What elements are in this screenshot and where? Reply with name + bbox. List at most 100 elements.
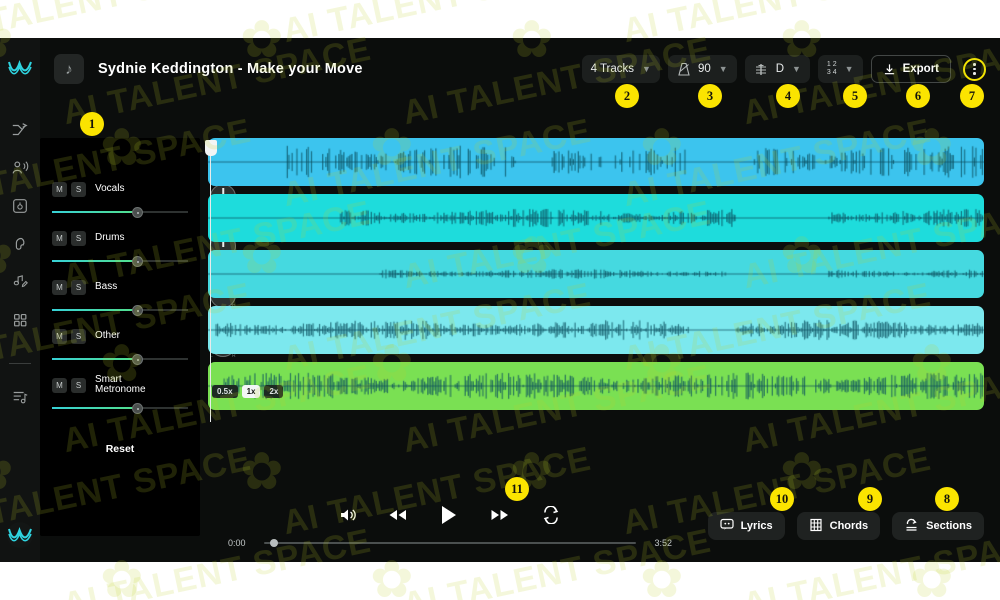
solo-button[interactable]: S [71,328,86,344]
speed-option[interactable]: 1x [241,385,261,398]
playlist-icon[interactable] [11,388,29,406]
waveform-track[interactable] [208,362,984,410]
waveform-track[interactable] [208,138,984,186]
volume-handle[interactable] [132,305,144,316]
speed-option[interactable]: 2x [264,385,284,398]
volume-handle[interactable] [132,354,144,365]
waveform-canvas [208,362,984,410]
rewind-button[interactable] [387,507,409,523]
mixer-track-name: Other [95,330,121,341]
solo-button[interactable]: S [71,377,86,393]
volume-button[interactable] [339,507,357,523]
volume-handle[interactable] [132,256,144,267]
fast-forward-button[interactable] [489,507,511,523]
volume-handle[interactable] [132,207,144,218]
speed-option[interactable]: 0.5x [212,385,238,398]
ear-training-icon[interactable] [11,235,29,253]
vocal-remover-icon[interactable] [11,159,29,177]
waveform-canvas [208,194,984,242]
key-selector[interactable]: D ▼ [744,55,810,83]
tempo-selector[interactable]: 90 ▼ [667,55,737,83]
song-thumbnail[interactable]: ♪ [54,54,84,84]
volume-icon [341,509,356,521]
play-button[interactable] [439,504,459,526]
time-signature-bottom: 3 4 [826,69,837,76]
waveform-track[interactable] [208,194,984,242]
key-signature-icon [755,63,766,75]
metronome-box-icon[interactable] [11,197,29,215]
kebab-dot [973,67,976,71]
volume-slider[interactable] [52,403,188,414]
rewind-icon [389,510,406,520]
note-edit-icon[interactable] [11,273,29,291]
volume-slider[interactable] [52,256,188,267]
chords-button[interactable]: Chords [796,512,881,540]
export-label: Export [902,63,939,75]
chevron-down-icon: ▼ [718,64,728,74]
download-icon [884,63,894,74]
mute-button[interactable]: M [52,328,67,344]
annotation-badge-10: 10 [770,487,794,511]
annotation-badge-5: 5 [843,84,867,108]
seek-track [264,542,636,544]
solo-button[interactable]: S [71,279,86,295]
playhead-line [210,156,212,422]
current-time: 0:00 [228,538,246,548]
more-menu-button[interactable] [963,57,986,81]
app-logo[interactable] [8,59,32,81]
sections-label: Sections [926,520,972,532]
volume-handle[interactable] [132,403,144,414]
wave-logo-icon [8,527,32,542]
chord-grid-icon [809,518,823,535]
waveform-track[interactable] [208,306,984,354]
kebab-dot [973,72,976,75]
sections-icon [904,518,919,535]
time-signature-top: 1 2 [826,61,837,68]
annotation-badge-4: 4 [776,84,800,108]
mute-button[interactable]: M [52,181,67,197]
app-logo-bottom[interactable] [7,522,33,548]
reset-button[interactable]: Reset [40,443,200,455]
export-button[interactable]: Export [870,55,951,83]
playhead[interactable] [205,140,217,422]
mute-button[interactable]: M [52,279,67,295]
split-stems-icon[interactable] [11,121,29,139]
mixer-track-name: Bass [95,281,118,292]
seek-handle[interactable] [269,539,278,547]
mixer-track-row: MSDrumsLR [52,229,236,273]
tempo-value: 90 [697,63,711,75]
volume-fill [52,407,140,409]
mixer-track-row: MSSmartMetronomeLR [52,374,236,420]
sections-button[interactable]: Sections [892,512,984,540]
mixer-track-header: M S Smart Metronome [52,374,188,395]
grid-apps-icon[interactable] [11,311,29,329]
solo-button[interactable]: S [71,181,86,197]
key-value: D [775,63,784,75]
play-icon [442,506,456,524]
time-signature-selector[interactable]: 1 2 3 4 ▼ [817,55,863,83]
rail-divider [9,363,31,364]
annotation-badge-6: 6 [906,84,930,108]
volume-slider[interactable] [52,354,188,365]
chevron-down-icon: ▼ [642,64,651,74]
lyrics-button[interactable]: Lyrics [707,512,785,540]
volume-slider[interactable] [52,207,188,218]
solo-button[interactable]: S [71,230,86,246]
chevron-down-icon: ▼ [844,64,854,74]
seek-slider[interactable] [264,538,636,548]
loop-button[interactable] [541,506,561,524]
playhead-handle[interactable] [205,140,217,156]
view-toggle-group: Lyrics Chords Sections [707,512,984,540]
mixer-track-row: MSVocalsLR [52,180,236,224]
total-time: 3:52 [654,538,672,548]
mute-button[interactable]: M [52,377,67,393]
waveform-track[interactable] [208,250,984,298]
mixer-track-header: M S Other [52,327,188,345]
waveform-canvas [208,250,984,298]
tracks-selector[interactable]: 4 Tracks ▼ [581,55,660,83]
volume-slider[interactable] [52,305,188,316]
metronome-icon [678,62,690,76]
mute-button[interactable]: M [52,230,67,246]
left-icon-rail [0,38,40,562]
volume-fill [52,260,140,262]
